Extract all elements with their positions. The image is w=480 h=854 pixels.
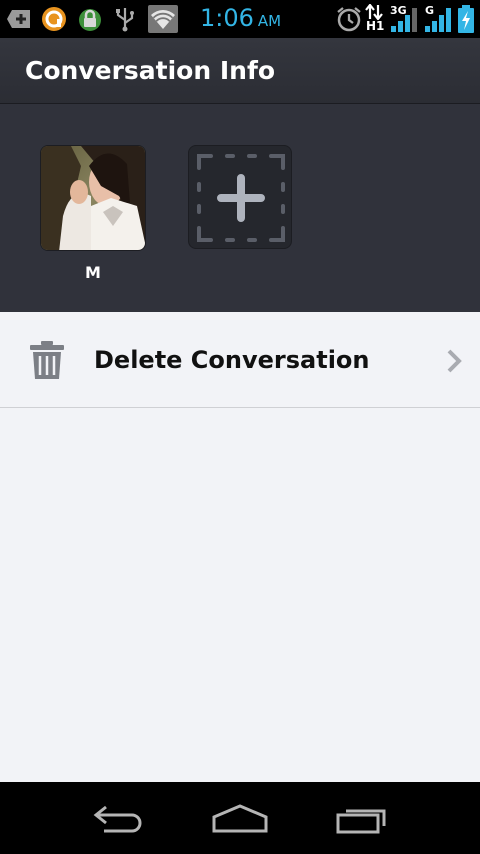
member-name: M: [85, 263, 101, 282]
delete-conversation-button[interactable]: Delete Conversation: [0, 312, 480, 408]
time-value: 1:06: [200, 4, 254, 32]
delete-conversation-label: Delete Conversation: [94, 346, 370, 374]
app-header: Conversation Info: [0, 38, 480, 104]
lock-icon: [78, 6, 102, 32]
h1-label: H1: [366, 19, 385, 33]
member-item[interactable]: M: [40, 145, 146, 283]
orange-app-icon: [41, 6, 67, 32]
home-button[interactable]: [210, 800, 270, 836]
signal-icon: G: [422, 4, 454, 34]
home-icon: [212, 804, 268, 833]
3g-label: 3G: [390, 4, 407, 17]
data-transfer-icon: H1: [364, 4, 384, 34]
wifi-icon: [148, 5, 178, 33]
page-title: Conversation Info: [25, 56, 275, 85]
signal-icon: 3G: [388, 4, 420, 34]
g-label: G: [425, 4, 435, 17]
add-member-button[interactable]: [188, 145, 292, 249]
status-time: 1:06 AM: [200, 4, 281, 35]
add-notification-icon: [6, 6, 32, 32]
alarm-icon: [336, 6, 362, 32]
status-bar: 1:06 AM H1 3G G: [0, 0, 480, 38]
navigation-bar: [0, 782, 480, 854]
recent-apps-button[interactable]: [332, 800, 392, 836]
battery-charging-icon: [456, 4, 476, 34]
avatar[interactable]: [40, 145, 146, 251]
recent-apps-icon: [336, 809, 386, 834]
back-button[interactable]: [90, 800, 150, 836]
chevron-right-icon: [447, 349, 462, 373]
trash-icon: [30, 341, 64, 379]
content-area: Delete Conversation: [0, 312, 480, 782]
plus-icon: [197, 154, 285, 242]
usb-icon: [114, 6, 136, 32]
time-ampm: AM: [257, 12, 282, 30]
back-icon: [93, 805, 142, 833]
members-panel: M: [0, 104, 480, 312]
